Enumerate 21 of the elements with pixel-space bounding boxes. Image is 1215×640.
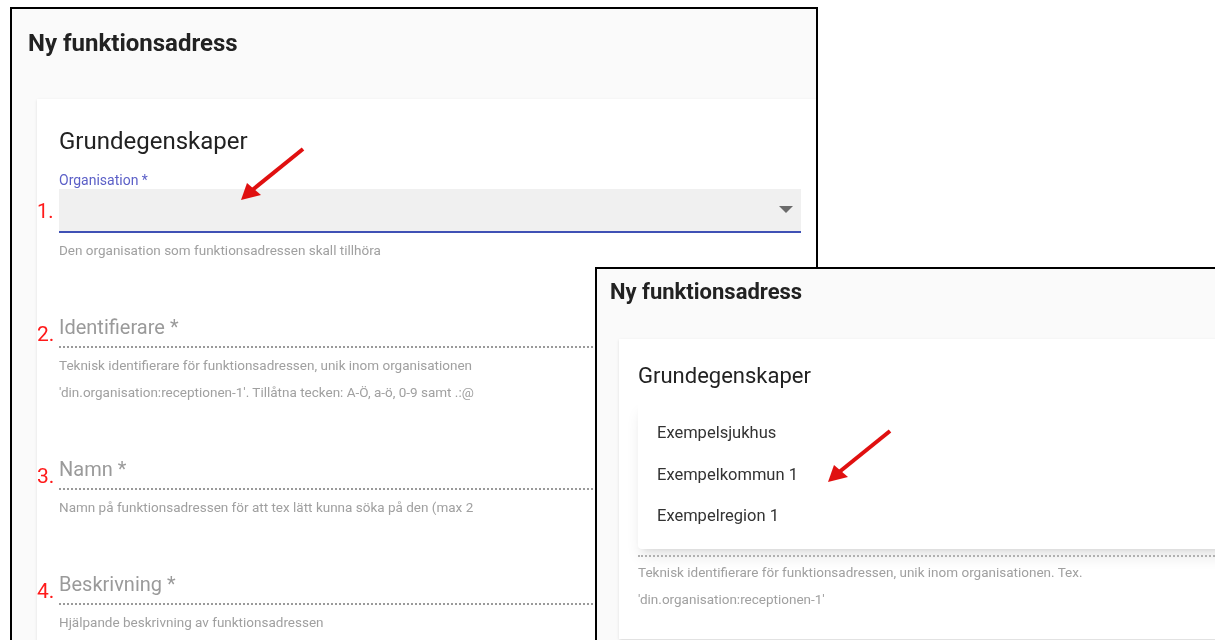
step-number: 1. [37,198,55,225]
helper-text: 'din.organisation:receptionen-1' [638,590,825,609]
dropdown-caret-icon [779,206,793,214]
field-label: Organisation * [59,171,148,189]
helper-text: Teknisk identifierare för funktionsadressen, unik inom organisationen. Tex. [638,563,1083,582]
helper-text: Hjälpande beskrivning av funktionsadressen [59,613,324,632]
organisation-select[interactable] [59,189,801,233]
step-number: 2. [37,321,56,348]
step-number: 4. [37,578,56,605]
section-heading: Grundegenskaper [638,362,812,390]
helper-text: Teknisk identifierare för funktionsadressen, unik inom organisationen [59,356,473,375]
helper-text: Namn på funktionsadressen för att tex lätt kunna söka på den (max 2 [59,498,474,517]
page-title: Ny funktionsadress [610,278,804,306]
helper-text: Den organisation som funktionsadressen skall tillhöra [59,241,381,260]
page-title: Ny funktionsadress [28,28,239,59]
menu-item[interactable]: Exempelkommun 1 [638,454,1215,496]
helper-text: 'din.organisation:receptionen-1'. Tillåtna tecken: A-Ö, a-ö, 0-9 samt .:@ [59,383,474,402]
section-heading: Grundegenskaper [59,126,249,157]
menu-item[interactable]: Exempelregion 1 [638,495,1215,537]
step-number: 3. [37,463,56,490]
menu-item[interactable]: Exempelsjukhus [638,413,1215,455]
